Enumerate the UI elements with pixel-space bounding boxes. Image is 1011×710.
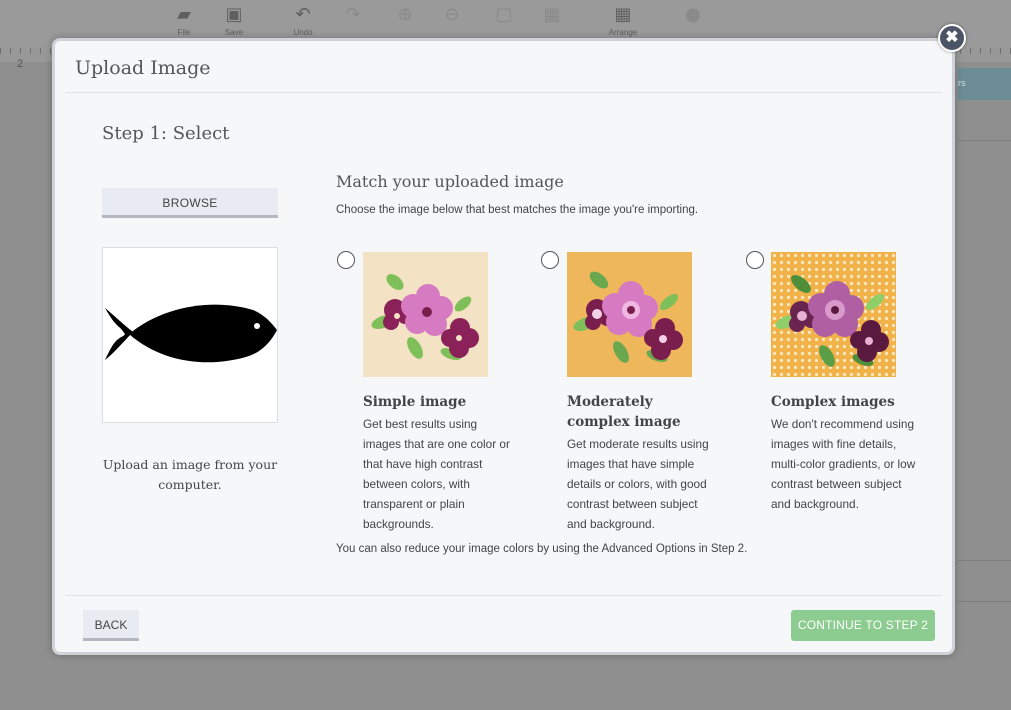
option-title-complex: Complex images <box>771 394 895 410</box>
match-subtitle: Choose the image below that best matches… <box>336 204 699 216</box>
redo-icon: ↷ <box>345 4 361 25</box>
avatar-icon: ● <box>685 4 701 25</box>
right-panel-header: rs <box>958 68 1011 100</box>
toolbar-save: ▣ Save <box>212 2 256 37</box>
step-title: Step 1: Select <box>102 123 230 144</box>
grid-icon: ▦ <box>543 4 561 25</box>
option-title-moderate: Moderately complex image <box>567 394 681 430</box>
radio-moderate-image[interactable] <box>541 251 559 269</box>
right-panel-divider <box>958 140 1011 141</box>
option-desc-moderate: Get moderate results using images that h… <box>567 437 709 531</box>
toolbar-profile: ● <box>671 2 715 28</box>
option-title-simple: Simple image <box>363 394 467 410</box>
continue-button[interactable]: CONTINUE TO STEP 2 <box>791 610 935 641</box>
option-desc-complex: We don't recommend using images with fin… <box>771 417 916 511</box>
circle-plus-icon: ⊕ <box>397 4 413 25</box>
square-icon: ▢ <box>495 4 513 25</box>
toolbar-arrange: ▦ Arrange <box>601 2 645 37</box>
toolbar-tool-d: ▦ <box>530 2 574 28</box>
ruler-number: 2 <box>17 58 24 70</box>
radio-complex-image[interactable] <box>746 251 764 269</box>
close-icon[interactable]: ✖ <box>938 24 966 52</box>
save-icon: ▣ <box>225 4 243 25</box>
footer-divider <box>65 595 942 596</box>
folder-icon: ▰ <box>177 4 191 25</box>
back-button[interactable]: BACK <box>83 610 139 641</box>
header-divider <box>65 92 942 93</box>
toolbar-tool-c: ▢ <box>482 2 526 28</box>
right-panel-box <box>958 560 1011 602</box>
arrange-icon: ▦ <box>614 4 632 25</box>
circle-minus-icon: ⊖ <box>444 4 460 25</box>
radio-simple-image[interactable] <box>337 251 355 269</box>
advanced-options-note: You can also reduce your image colors by… <box>336 543 748 555</box>
option-desc-simple: Get best results using images that are o… <box>363 417 510 531</box>
toolbar-tool-b: ⊖ <box>430 2 474 28</box>
match-title: Match your uploaded image <box>336 172 564 191</box>
complex-flower-thumbnail[interactable] <box>771 252 896 377</box>
toolbar-undo: ↶ Undo <box>281 2 325 37</box>
toolbar-redo: ↷ <box>331 2 375 28</box>
browse-button[interactable]: BROWSE <box>102 188 278 218</box>
upload-hint: Upload an image from your computer. <box>102 457 278 492</box>
dialog-title: Upload Image <box>75 57 211 79</box>
upload-image-dialog: Upload Image Step 1: Select BROWSE Uploa… <box>52 38 955 655</box>
toolbar-file: ▰ File <box>162 2 206 37</box>
simple-flower-thumbnail[interactable] <box>363 252 488 377</box>
undo-icon: ↶ <box>295 4 311 25</box>
moderate-flower-thumbnail[interactable] <box>567 252 692 377</box>
image-preview <box>102 247 278 423</box>
fish-silhouette-icon <box>105 304 277 363</box>
toolbar-tool-a: ⊕ <box>383 2 427 28</box>
